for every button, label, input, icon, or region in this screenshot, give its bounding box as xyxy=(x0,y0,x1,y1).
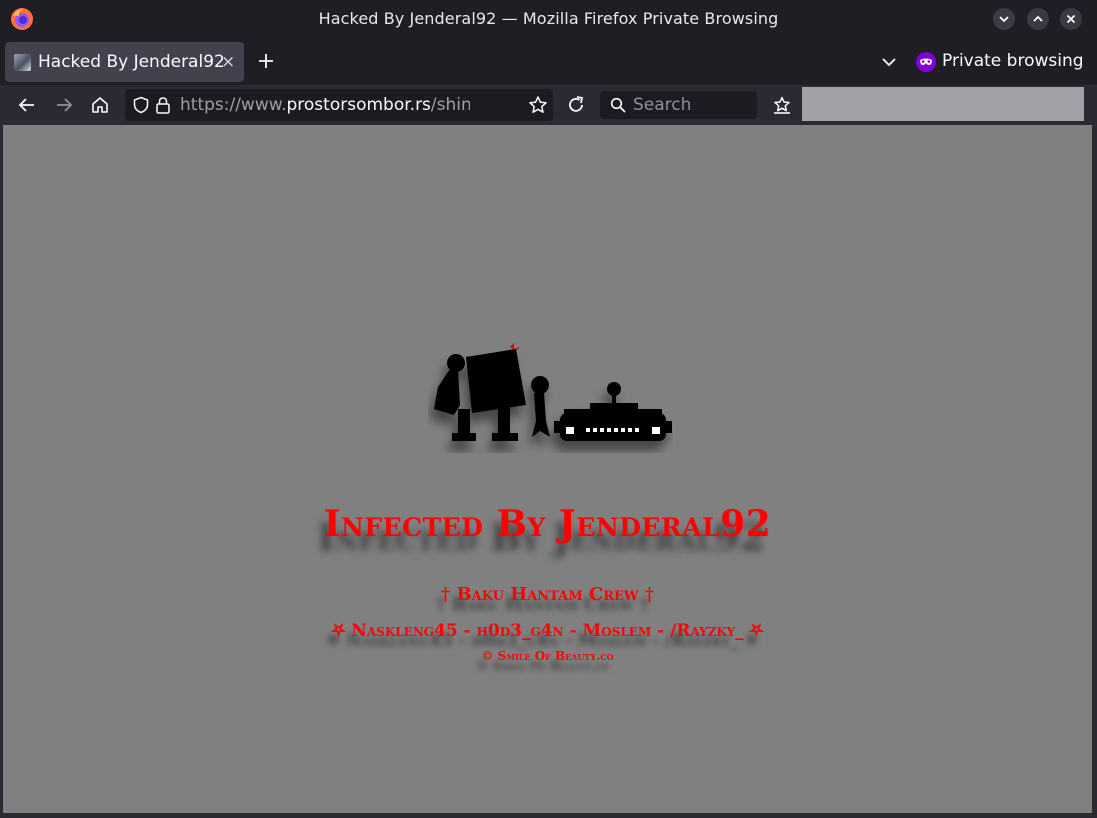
robot-icon xyxy=(434,343,550,441)
page-content: Infected By Jenderal92 † Baku Hantam Cre… xyxy=(3,125,1092,813)
toolbar-extension-area xyxy=(802,87,1084,121)
tab-close-icon[interactable]: × xyxy=(221,52,235,72)
private-browsing-icon xyxy=(916,52,936,72)
minimize-icon xyxy=(999,16,1009,23)
tab-active[interactable]: Hacked By Jenderal92 × xyxy=(5,42,244,82)
page-headline: Infected By Jenderal92 xyxy=(323,503,772,545)
url-prefix: https://www. xyxy=(180,95,287,115)
lock-icon[interactable] xyxy=(155,96,171,114)
search-placeholder: Search xyxy=(633,95,692,115)
search-icon xyxy=(610,97,626,113)
tab-title: Hacked By Jenderal92 xyxy=(38,52,225,72)
tab-favicon-icon xyxy=(14,54,31,71)
search-input[interactable]: Search xyxy=(600,91,757,119)
reload-icon[interactable] xyxy=(566,95,586,115)
credit-line: © Smile Of Beauty.co xyxy=(481,649,614,663)
new-tab-icon[interactable] xyxy=(256,51,276,71)
bookmarks-menu-icon[interactable] xyxy=(772,95,792,115)
url-domain: prostorsombor.rs xyxy=(286,95,431,115)
maximize-icon xyxy=(1033,15,1043,22)
url-path: /shin.htm xyxy=(430,95,470,115)
rover-icon xyxy=(554,382,672,441)
window-titlebar: Hacked By Jenderal92 — Mozilla Firefox P… xyxy=(0,0,1097,38)
url-bar[interactable]: https://www.prostorsombor.rs/shin.htm xyxy=(125,89,553,121)
crew-name: † Baku Hantam Crew † xyxy=(440,584,655,605)
private-browsing-label: Private browsing xyxy=(942,51,1084,71)
url-text[interactable]: https://www.prostorsombor.rs/shin.htm xyxy=(180,95,470,115)
bookmark-star-icon[interactable] xyxy=(528,95,548,115)
member-list: ⛧ Naskleng45 - h0d3_g4n - Moslem - /Rayz… xyxy=(331,621,764,641)
minimize-button[interactable] xyxy=(993,8,1015,30)
robots-illustration xyxy=(434,343,672,441)
close-icon xyxy=(1066,14,1076,24)
forward-icon[interactable] xyxy=(54,95,74,115)
navigation-toolbar: https://www.prostorsombor.rs/shin.htm Se… xyxy=(0,85,1097,125)
maximize-button[interactable] xyxy=(1027,8,1049,30)
home-icon[interactable] xyxy=(90,95,110,115)
tab-strip: Hacked By Jenderal92 × Private browsing xyxy=(0,38,1097,85)
back-icon[interactable] xyxy=(17,95,37,115)
close-window-button[interactable] xyxy=(1060,8,1082,30)
tab-list-icon[interactable] xyxy=(880,55,898,69)
tracking-shield-icon[interactable] xyxy=(132,96,150,114)
window-title: Hacked By Jenderal92 — Mozilla Firefox P… xyxy=(318,9,779,28)
